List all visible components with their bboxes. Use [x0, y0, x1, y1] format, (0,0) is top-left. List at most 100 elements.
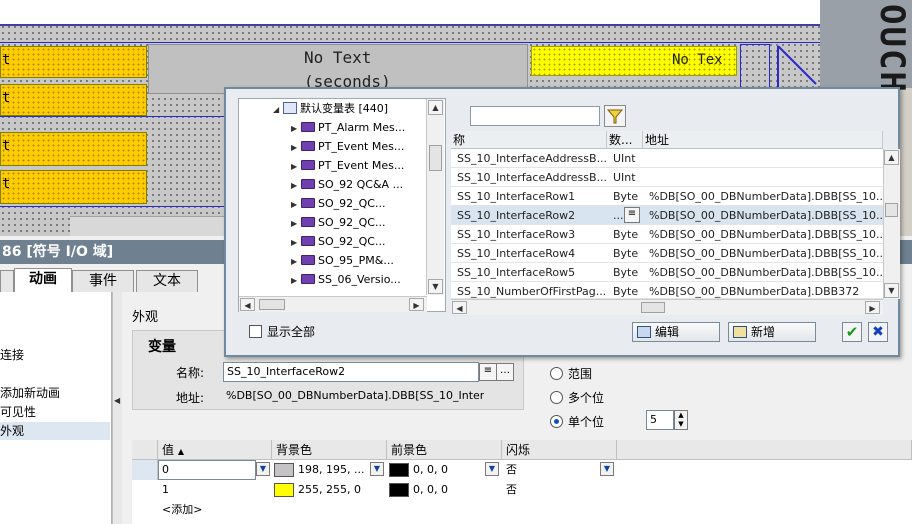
- tree-item[interactable]: ▶ PT_Event Mes...: [239, 137, 445, 156]
- new-button[interactable]: 新增: [728, 322, 816, 342]
- column-header-empty: [617, 440, 912, 460]
- nav-item-add-animation[interactable]: 添加新动画: [0, 384, 110, 402]
- collapsed-arrow-icon[interactable]: ▶: [291, 214, 301, 233]
- radio-single-bit[interactable]: [550, 415, 563, 428]
- column-header-datatype[interactable]: 数...: [607, 131, 643, 149]
- tree-item[interactable]: ▶ SO_92_QC...: [239, 232, 445, 251]
- confirm-check-icon[interactable]: ✔: [842, 322, 862, 342]
- tree-horizontal-scrollbar[interactable]: ◀ ▶: [239, 296, 427, 312]
- scroll-thumb[interactable]: [885, 203, 898, 217]
- tree-item[interactable]: ▶ SO_92_QC...: [239, 213, 445, 232]
- column-header-background[interactable]: 背景色: [272, 440, 387, 460]
- collapsed-arrow-icon[interactable]: ▶: [291, 119, 301, 138]
- background-dropdown-icon[interactable]: ▼: [370, 462, 384, 476]
- scroll-right-icon[interactable]: ▶: [409, 298, 424, 311]
- search-input[interactable]: [470, 106, 600, 126]
- tree-item[interactable]: ▶ PT_Event Mes...: [239, 156, 445, 175]
- edit-icon: [637, 326, 651, 338]
- scroll-down-icon[interactable]: ▼: [428, 279, 443, 294]
- edit-button[interactable]: 编辑: [632, 322, 720, 342]
- tree-item[interactable]: ▶ PT_Alarm Mes...: [239, 118, 445, 137]
- tree-item[interactable]: ▶ SO_92 QC&A ...: [239, 175, 445, 194]
- collapsed-arrow-icon[interactable]: ▶: [291, 233, 301, 252]
- tree-vertical-scrollbar[interactable]: ▲ ▼: [426, 99, 444, 295]
- cancel-x-icon[interactable]: ✖: [868, 322, 888, 342]
- db-icon: [301, 179, 315, 189]
- tag-row[interactable]: SS_10_InterfaceAddressB... UInt: [451, 149, 883, 168]
- column-header-blink[interactable]: 闪烁: [502, 440, 617, 460]
- grid-horizontal-scrollbar[interactable]: ◀ ▶: [451, 299, 883, 315]
- tag-row[interactable]: SS_10_InterfaceAddressB... UInt: [451, 168, 883, 187]
- scroll-thumb[interactable]: [641, 302, 665, 313]
- nav-splitter[interactable]: ◀: [112, 292, 122, 524]
- io-field[interactable]: t: [0, 84, 147, 116]
- bit-stepper[interactable]: ▲ ▼: [674, 410, 688, 430]
- bit-number-input[interactable]: 5: [646, 410, 674, 430]
- scroll-right-icon[interactable]: ▶: [865, 301, 880, 314]
- show-all-checkbox[interactable]: [249, 325, 262, 338]
- row-selector[interactable]: [132, 460, 158, 480]
- tree-item[interactable]: ▶ SO_95_PM&...: [239, 251, 445, 270]
- tag-row[interactable]: SS_10_InterfaceRow4 Byte %DB[SO_00_DBNumbe…: [451, 244, 883, 263]
- scroll-thumb[interactable]: [429, 145, 442, 171]
- column-header-value[interactable]: 值 ▲: [158, 440, 272, 460]
- browse-button[interactable]: …: [496, 363, 514, 381]
- add-row[interactable]: <添加>: [158, 500, 268, 520]
- tag-row[interactable]: SS_10_InterfaceRow3 Byte %DB[SO_00_DBNumbe…: [451, 225, 883, 244]
- value-dropdown-icon[interactable]: ▼: [256, 462, 270, 476]
- scroll-left-icon[interactable]: ◀: [452, 301, 467, 314]
- arrow-triangle-icon[interactable]: [774, 44, 820, 90]
- collapsed-arrow-icon[interactable]: ▶: [291, 195, 301, 214]
- collapsed-arrow-icon[interactable]: ▶: [291, 271, 301, 290]
- collapsed-arrow-icon[interactable]: ▶: [291, 157, 301, 176]
- button-frame[interactable]: [740, 44, 770, 90]
- foreground-dropdown-icon[interactable]: ▼: [485, 462, 499, 476]
- tree-item[interactable]: ▶ SO_92_QC...: [239, 194, 445, 213]
- blink-dropdown-icon[interactable]: ▼: [600, 462, 614, 476]
- tag-row[interactable]: SS_10_InterfaceRow1 Byte %DB[SO_00_DBNumbe…: [451, 187, 883, 206]
- expanded-arrow-icon[interactable]: ◢: [273, 100, 283, 119]
- tab-events[interactable]: 事件: [72, 270, 134, 292]
- radio-multi-bit[interactable]: [550, 391, 563, 404]
- list-picker-icon[interactable]: ≡: [479, 363, 497, 381]
- tab-animation[interactable]: 动画: [14, 268, 72, 292]
- nav-item-appearance[interactable]: 外观: [0, 422, 110, 440]
- scroll-left-icon[interactable]: ◀: [240, 298, 255, 311]
- no-text-label: No Text: [304, 48, 372, 67]
- nav-item-visibility[interactable]: 可见性: [0, 403, 110, 421]
- scroll-up-icon[interactable]: ▲: [428, 100, 443, 115]
- tag-row-selected[interactable]: SS_10_InterfaceRow2... ≡ %DB[SO_00_DBNumbe…: [451, 206, 883, 225]
- add-icon: [733, 326, 747, 338]
- filter-icon[interactable]: [604, 105, 626, 127]
- grid-vertical-scrollbar[interactable]: ▲ ▼: [883, 149, 900, 299]
- radio-range[interactable]: [550, 367, 563, 380]
- tag-row[interactable]: SS_10_NumberOfFirstPag... Byte %DB[SO_00_D…: [451, 282, 883, 299]
- tab-left-partial[interactable]: [0, 270, 14, 292]
- io-field[interactable]: t: [0, 132, 147, 166]
- tree-item[interactable]: ▶ SS_06_Versio...: [239, 270, 445, 289]
- tag-row[interactable]: SS_10_InterfaceRow5 Byte %DB[SO_00_DBNumbe…: [451, 263, 883, 282]
- column-header-address[interactable]: 地址: [643, 131, 883, 149]
- column-header-name[interactable]: 称: [451, 131, 607, 149]
- column-header-foreground[interactable]: 前景色: [387, 440, 502, 460]
- collapsed-arrow-icon[interactable]: ▶: [291, 176, 301, 195]
- background-color-swatch: [274, 463, 294, 477]
- scroll-thumb[interactable]: [259, 299, 285, 310]
- value-input[interactable]: 0: [158, 460, 256, 480]
- db-icon: [301, 198, 315, 208]
- collapsed-arrow-icon[interactable]: ▶: [291, 138, 301, 157]
- background-color-value: 198, 195, ...: [298, 463, 365, 476]
- scroll-down-icon[interactable]: ▼: [884, 283, 899, 298]
- db-icon: [301, 255, 315, 265]
- datatype-picker-icon[interactable]: ≡: [624, 207, 640, 223]
- io-field[interactable]: t: [0, 170, 147, 204]
- nav-item-connection[interactable]: 连接: [0, 346, 110, 364]
- value-cell[interactable]: 1: [158, 480, 268, 500]
- tab-text[interactable]: 文本: [136, 270, 198, 292]
- collapse-arrow-icon[interactable]: ◀: [114, 396, 120, 405]
- scroll-up-icon[interactable]: ▲: [884, 150, 899, 165]
- io-field[interactable]: t: [0, 46, 147, 78]
- variable-name-input[interactable]: SS_10_InterfaceRow2: [223, 362, 479, 382]
- tree-root[interactable]: ◢ 默认变量表 [440]: [239, 99, 445, 118]
- collapsed-arrow-icon[interactable]: ▶: [291, 252, 301, 271]
